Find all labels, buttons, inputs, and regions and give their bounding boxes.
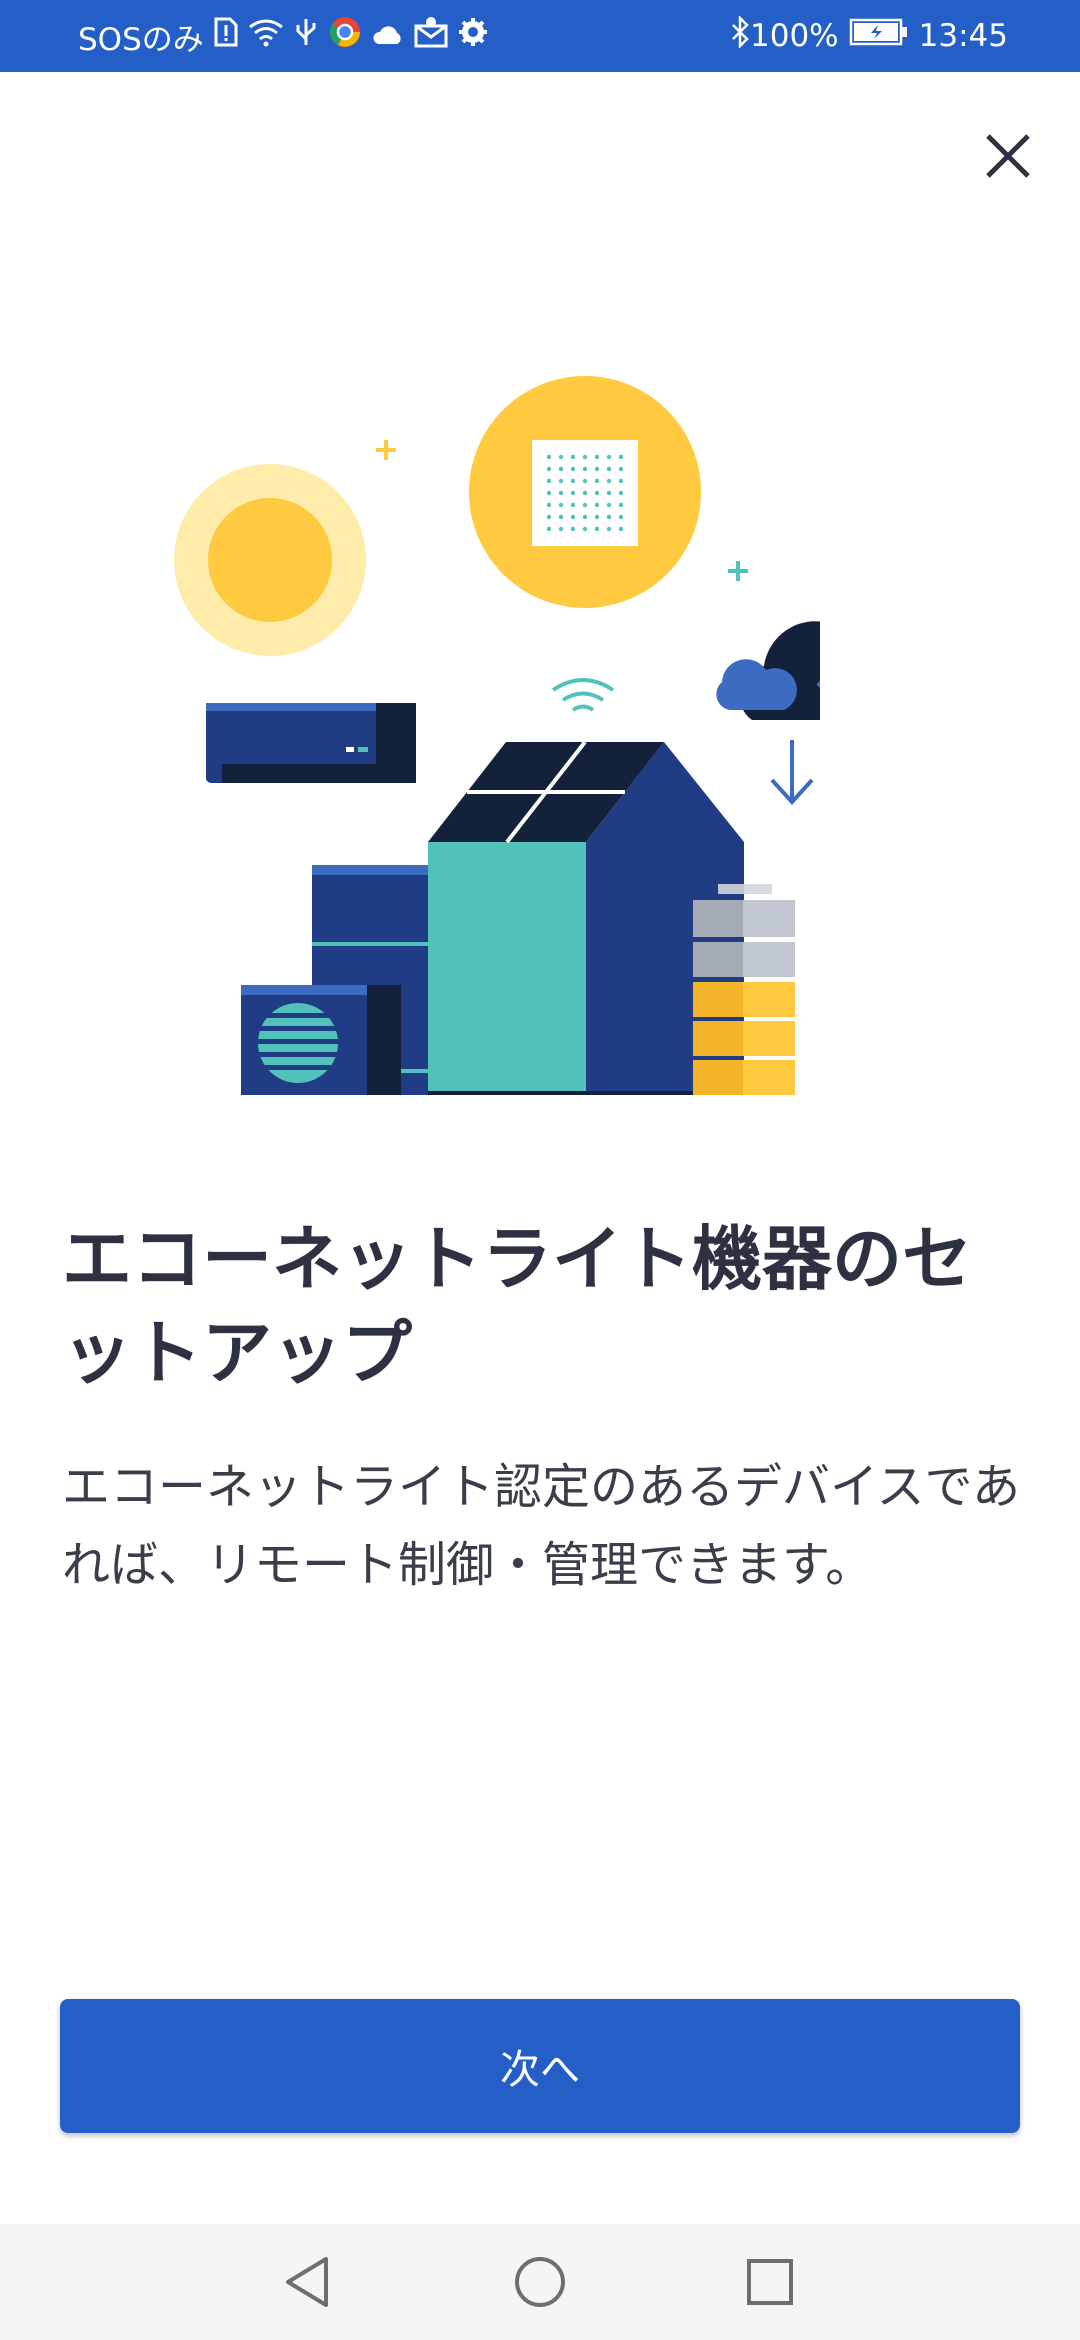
sun-icon (174, 464, 366, 656)
gear-icon (458, 17, 488, 55)
back-button[interactable] (276, 2249, 342, 2315)
air-conditioner-icon (206, 703, 416, 783)
close-button[interactable] (976, 124, 1040, 188)
home-icon (515, 2257, 565, 2307)
browser-icon (328, 15, 362, 57)
panel-heater-icon (469, 376, 701, 608)
status-right: 100% 13:45 (720, 0, 1008, 72)
storage-battery-icon (693, 884, 795, 1095)
wifi-icon (551, 678, 615, 712)
home-button[interactable] (507, 2249, 573, 2315)
clock: 13:45 (918, 18, 1008, 54)
page-description: エコーネットライト認定のあるデバイスであれば、リモート制御・管理できます。 (62, 1459, 1021, 1593)
status-bar: SOSのみ 100% 13:45 (0, 0, 1080, 72)
sparkle-icon (728, 561, 748, 581)
cloud-icon (372, 18, 404, 54)
echonet-illustration (160, 360, 896, 1100)
recents-icon (747, 2259, 793, 2305)
page-title: エコーネットライト機器のセットアップ (62, 1218, 972, 1394)
back-icon (286, 2257, 328, 2307)
recents-button[interactable] (737, 2249, 803, 2315)
sim-alert-icon (214, 17, 238, 55)
battery-percent: 100% (750, 18, 839, 54)
usb-icon (294, 17, 318, 55)
wifi-icon (248, 17, 284, 55)
sparkle-icon (376, 440, 396, 460)
navigation-bar (0, 2224, 1080, 2340)
cloud-sync-icon (716, 621, 896, 805)
next-button-label: 次へ (500, 2047, 580, 2093)
status-left: SOSのみ (78, 0, 488, 72)
close-icon (986, 134, 1030, 178)
mail-icon (414, 16, 448, 56)
battery-icon (849, 18, 909, 54)
next-button[interactable]: 次へ (60, 1999, 1020, 2133)
carrier-label: SOSのみ (78, 21, 204, 58)
outdoor-unit-icon (241, 985, 401, 1095)
bluetooth-icon (730, 14, 750, 56)
